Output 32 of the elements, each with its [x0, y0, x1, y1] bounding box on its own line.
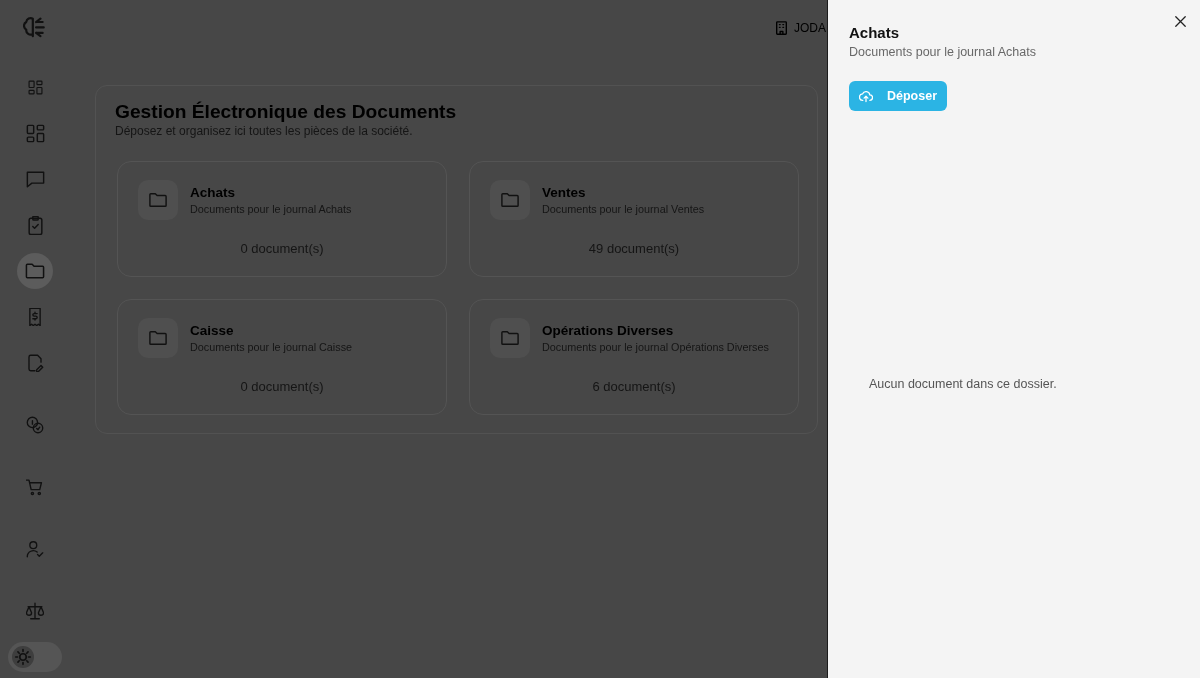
clipboard-check-icon — [25, 215, 45, 235]
company-name: JODA — [794, 19, 826, 37]
page-title: Gestion Électronique des Documents — [115, 101, 458, 123]
chat-icon — [25, 169, 45, 189]
receipt-icon — [26, 308, 44, 326]
close-icon — [1175, 16, 1186, 27]
cart-icon — [26, 478, 44, 496]
theme-toggle[interactable] — [8, 642, 62, 672]
scale-icon — [26, 602, 44, 620]
folder-name: Achats — [190, 184, 236, 202]
folder-icon — [490, 318, 530, 358]
close-button[interactable] — [1175, 16, 1186, 27]
dashboard-icon — [27, 79, 43, 95]
file-edit-icon — [26, 354, 44, 372]
dashboard-icon — [25, 123, 45, 143]
drawer-title: Achats — [849, 23, 901, 43]
folder-icon — [138, 318, 178, 358]
sun-icon — [12, 646, 34, 668]
cloud-upload-icon — [859, 89, 873, 103]
upload-button[interactable]: Déposer — [849, 81, 948, 111]
user-check-icon — [26, 540, 44, 558]
coins-icon — [26, 416, 44, 434]
sidebar-item[interactable] — [17, 253, 53, 289]
folder-name: Caisse — [190, 322, 235, 340]
building-icon — [776, 20, 787, 35]
folder-icon — [490, 180, 530, 220]
folder-name: Ventes — [542, 184, 587, 202]
folder-name: Opérations Diverses — [542, 322, 675, 340]
folder-icon — [138, 180, 178, 220]
folder-icon — [25, 261, 45, 281]
drawer-subtitle: Documents pour le journal Achats — [849, 44, 1037, 61]
empty-message: Aucun document dans ce dossier. — [869, 376, 1057, 394]
